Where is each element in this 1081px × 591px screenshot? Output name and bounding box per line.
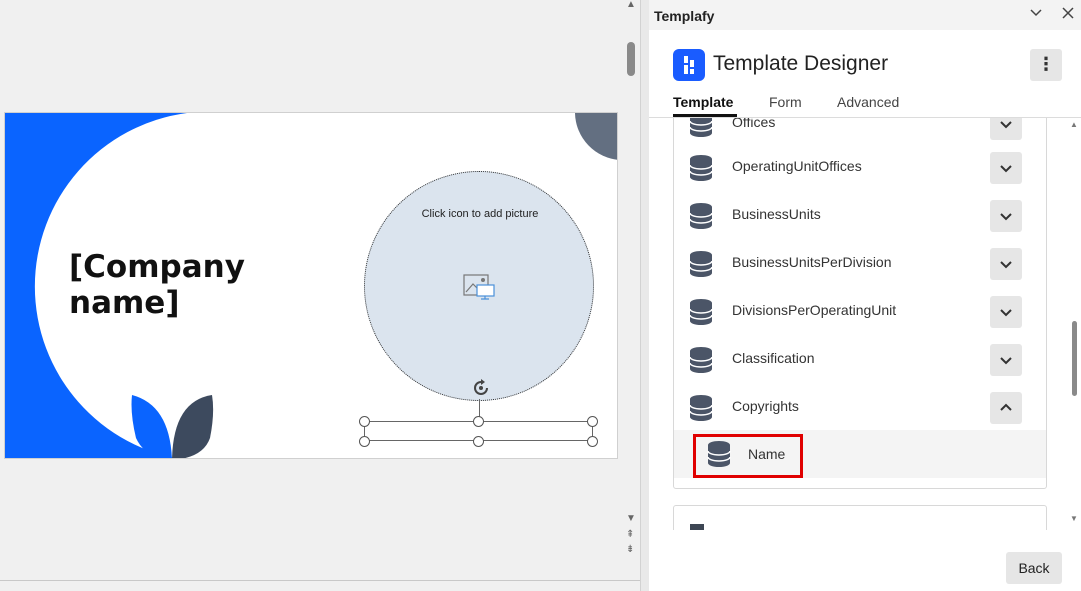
page-title: Template Designer	[713, 52, 889, 75]
database-icon	[689, 347, 713, 373]
list-item[interactable]: Classification	[689, 336, 1029, 384]
templafy-logo-icon	[673, 49, 705, 81]
resize-handle[interactable]	[473, 416, 484, 427]
editor-divider	[0, 580, 640, 581]
scroll-up-arrow-icon[interactable]: ▲	[626, 0, 636, 10]
expand-button[interactable]	[990, 296, 1022, 328]
resize-handle[interactable]	[359, 436, 370, 447]
templafy-pane: Templafy Template Designer ⋮ Template Fo…	[649, 0, 1081, 591]
expand-button[interactable]	[990, 118, 1022, 140]
resize-handle[interactable]	[359, 416, 370, 427]
list-item[interactable]: BusinessUnits	[689, 192, 1029, 240]
list-item[interactable]: DivisionsPerOperatingUnit	[689, 288, 1029, 336]
highlight-box	[693, 434, 803, 478]
resize-handle[interactable]	[587, 436, 598, 447]
app-window: [Company name] Click icon to add picture	[0, 0, 1081, 591]
editor-scrollbar[interactable]: ▲ ▼ ⇞ ⇟	[622, 0, 640, 560]
database-icon	[689, 155, 713, 181]
corner-quarter-circle	[575, 113, 617, 160]
database-icon	[689, 395, 713, 421]
data-sources-list: Offices OperatingUnitOffices BusinessUni…	[649, 118, 1081, 530]
next-slide-icon[interactable]: ⇟	[626, 545, 634, 555]
company-name-placeholder[interactable]: [Company name]	[69, 249, 245, 321]
database-icon	[689, 299, 713, 325]
scroll-down-arrow-icon[interactable]: ▼	[1070, 514, 1078, 523]
pane-options-chevron-icon[interactable]	[1028, 6, 1044, 23]
scrollbar-thumb[interactable]	[627, 42, 635, 76]
expand-button[interactable]	[990, 344, 1022, 376]
pane-title: Templafy	[654, 8, 715, 24]
chevron-down-icon	[1000, 213, 1012, 221]
database-icon	[689, 118, 713, 137]
tab-template[interactable]: Template	[673, 94, 733, 110]
more-options-button[interactable]: ⋮	[1030, 49, 1062, 81]
chevron-down-icon	[1000, 261, 1012, 269]
back-button[interactable]: Back	[1006, 552, 1062, 584]
slide-canvas[interactable]: [Company name] Click icon to add picture	[4, 112, 618, 459]
insert-picture-icon[interactable]	[463, 273, 497, 303]
list-item-label: Copyrights	[732, 398, 799, 414]
template-designer-header: Template Designer ⋮ Template Form Advanc…	[649, 30, 1081, 118]
tab-advanced[interactable]: Advanced	[837, 94, 899, 110]
chevron-down-icon	[1000, 165, 1012, 173]
picture-placeholder[interactable]: Click icon to add picture	[364, 171, 594, 401]
chevron-down-icon	[1000, 309, 1012, 317]
tab-form[interactable]: Form	[769, 94, 802, 110]
expand-button[interactable]	[990, 152, 1022, 184]
list-item-label: Classification	[732, 350, 815, 366]
pane-splitter[interactable]	[640, 0, 649, 591]
expand-button[interactable]	[990, 248, 1022, 280]
pane-titlebar: Templafy	[649, 0, 1081, 30]
leaf-slate	[172, 395, 214, 458]
collapse-button[interactable]	[990, 392, 1022, 424]
scrollbar-thumb[interactable]	[1072, 321, 1077, 396]
list-item-label: BusinessUnitsPerDivision	[732, 254, 892, 270]
chevron-down-icon	[1000, 357, 1012, 365]
database-icon	[689, 251, 713, 277]
resize-handle[interactable]	[473, 436, 484, 447]
close-icon[interactable]	[1060, 6, 1076, 23]
expand-button[interactable]	[990, 200, 1022, 232]
list-item[interactable]: OperatingUnitOffices	[689, 144, 1029, 192]
previous-slide-icon[interactable]: ⇞	[626, 530, 634, 540]
slide-editor: [Company name] Click icon to add picture	[0, 0, 640, 591]
rotate-handle-icon[interactable]	[470, 377, 492, 399]
scroll-up-arrow-icon[interactable]: ▲	[1070, 120, 1078, 129]
list-item-label: BusinessUnits	[732, 206, 821, 222]
chevron-down-icon	[1000, 121, 1012, 129]
pane-scrollbar[interactable]: ▲ ▼	[1067, 118, 1081, 530]
scroll-down-arrow-icon[interactable]: ▼	[626, 514, 636, 524]
database-icon	[689, 203, 713, 229]
active-tab-indicator	[673, 114, 737, 117]
resize-handle[interactable]	[587, 416, 598, 427]
pane-footer: Back	[649, 530, 1081, 591]
list-item[interactable]: Copyrights	[689, 384, 1029, 432]
next-data-group	[673, 505, 1047, 530]
list-item-label: DivisionsPerOperatingUnit	[732, 302, 897, 318]
picture-placeholder-text: Click icon to add picture	[421, 208, 539, 220]
chevron-up-icon	[1000, 403, 1012, 411]
list-item[interactable]: BusinessUnitsPerDivision	[689, 240, 1029, 288]
list-item-label: OperatingUnitOffices	[732, 158, 862, 174]
list-item-label: Offices	[732, 118, 776, 130]
